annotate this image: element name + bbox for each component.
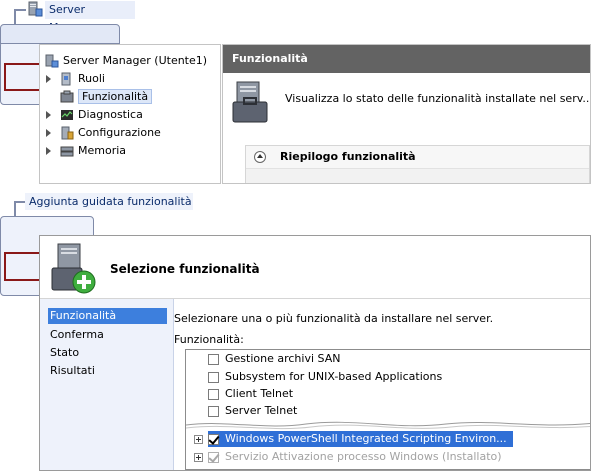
step-stato[interactable]: Stato (48, 345, 167, 361)
tree-item-label: Memoria (78, 144, 127, 157)
step-risultati[interactable]: Risultati (48, 363, 167, 379)
tree-item-memoria[interactable]: Memoria (46, 143, 126, 159)
expand-arrow-icon[interactable] (46, 75, 51, 83)
feature-item-telnet-client[interactable]: Client Telnet (208, 386, 293, 402)
add-features-wizard: Selezione funzionalità Funzionalità Conf… (39, 235, 591, 471)
tree-item-ruoli[interactable]: Ruoli (46, 71, 105, 87)
background-window-top (0, 24, 120, 44)
callout-bracket-top (4, 252, 40, 254)
server-manager-tab[interactable]: Server Manager (45, 1, 135, 34)
expand-arrow-icon[interactable] (46, 111, 51, 119)
tree-root-label: Server Manager (Utente1) (63, 54, 208, 67)
feature-label: Windows PowerShell Integrated Scripting … (225, 432, 507, 445)
callout-bracket (4, 252, 42, 281)
roles-icon (61, 72, 71, 86)
feature-label: Subsystem for UNIX-based Applications (225, 370, 443, 383)
summary-section: Riepilogo funzionalità (245, 145, 590, 183)
collapse-up-icon[interactable] (254, 151, 266, 163)
expand-plus-icon[interactable] (194, 453, 203, 462)
detail-pane: Funzionalità Visualizza lo stato delle f… (222, 44, 591, 184)
wizard-tab[interactable]: Aggiunta guidata funzionalità (25, 193, 193, 210)
callout-bracket (4, 63, 42, 91)
wizard-steps-nav: Funzionalità Conferma Stato Risultati (40, 299, 174, 470)
feature-checkbox-checked[interactable] (208, 433, 219, 445)
features-list: Gestione archivi SAN Subsystem for UNIX-… (185, 349, 590, 470)
server-manager-icon (45, 54, 59, 68)
wizard-title: Selezione funzionalità (110, 262, 260, 276)
feature-checkbox[interactable] (208, 405, 219, 417)
configuration-icon (61, 126, 74, 140)
connector-line-h (14, 201, 25, 203)
feature-checkbox[interactable] (208, 388, 219, 400)
tree-item-label: Configurazione (78, 126, 161, 139)
storage-icon (60, 146, 74, 157)
features-large-icon (232, 81, 268, 123)
navigation-tree: Server Manager (Utente1) Ruoli Funzional… (39, 44, 221, 184)
feature-label: Client Telnet (225, 387, 294, 400)
list-break-marker (186, 421, 590, 430)
feature-label: Servizio Attivazione processo Windows (I… (225, 450, 502, 463)
summary-section-title: Riepilogo funzionalità (280, 150, 416, 163)
expand-plus-icon[interactable] (194, 435, 203, 444)
tree-item-label-selected: Funzionalità (78, 89, 153, 104)
features-list-label: Funzionalità: (174, 333, 244, 346)
step-funzionalita[interactable]: Funzionalità (48, 308, 167, 324)
detail-description: Visualizza lo stato delle funzionalità i… (285, 92, 591, 105)
tree-item-funzionalita[interactable]: Funzionalità (60, 89, 153, 105)
feature-item-san[interactable]: Gestione archivi SAN (208, 351, 340, 367)
feature-checkbox-disabled (208, 451, 219, 463)
server-manager-app-icon (28, 1, 43, 17)
detail-header: Funzionalità (223, 45, 590, 73)
tree-root[interactable]: Server Manager (Utente1) (45, 53, 207, 69)
tree-item-diagnostica[interactable]: Diagnostica (46, 107, 143, 123)
feature-label: Gestione archivi SAN (225, 352, 341, 365)
feature-item-unix[interactable]: Subsystem for UNIX-based Applications (208, 369, 442, 385)
tree-item-configurazione[interactable]: Configurazione (46, 125, 161, 141)
feature-item-telnet-server[interactable]: Server Telnet (208, 403, 297, 419)
feature-item-was-installed: Servizio Attivazione processo Windows (I… (208, 449, 502, 465)
feature-checkbox[interactable] (208, 371, 219, 383)
connector-line (14, 9, 16, 25)
expand-arrow-icon[interactable] (46, 129, 51, 137)
wizard-instruction: Selezionare una o più funzionalità da in… (174, 312, 494, 325)
connector-line-h (14, 9, 26, 11)
callout-bracket-top (4, 63, 40, 65)
tree-item-label: Ruoli (78, 72, 105, 85)
wizard-features-icon (51, 243, 96, 294)
expand-arrow-icon[interactable] (46, 147, 51, 155)
tree-item-label: Diagnostica (78, 108, 143, 121)
feature-label: Server Telnet (225, 404, 298, 417)
feature-checkbox[interactable] (208, 353, 219, 365)
feature-item-powershell-ise[interactable]: Windows PowerShell Integrated Scripting … (208, 431, 513, 447)
features-icon (60, 90, 74, 103)
diagnostics-icon (61, 110, 73, 120)
step-conferma[interactable]: Conferma (48, 327, 167, 343)
summary-section-header[interactable]: Riepilogo funzionalità (246, 146, 589, 169)
